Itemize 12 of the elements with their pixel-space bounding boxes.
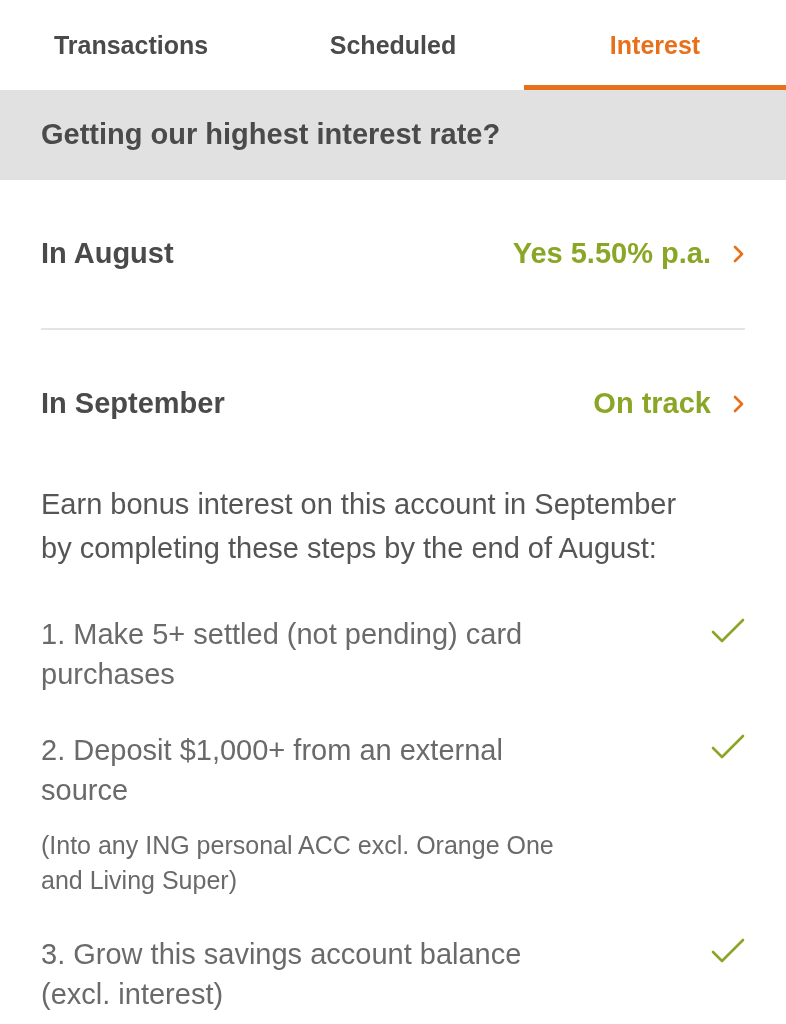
step-text: 2. Deposit $1,000+ from an external source: [41, 733, 504, 808]
step-text: 1. Make 5+ settled (not pending) card purchases: [41, 617, 524, 692]
month-status-row[interactable]: In September On track: [41, 330, 745, 486]
step-note: (Into any ING personal ACC excl. Orange One and Living Super): [41, 830, 555, 896]
chevron-right-icon: [733, 395, 745, 413]
section-title: Getting our highest interest rate?: [41, 117, 501, 153]
tab[interactable]: Scheduled: [262, 0, 524, 90]
tab[interactable]: Transactions: [0, 0, 262, 90]
intro-paragraph: Earn bonus interest on this account in September by completing these steps by the end of August:: [41, 487, 678, 566]
chevron-right-icon: [733, 245, 745, 263]
step-text: 3. Grow this savings account balance (excl. interest): [41, 937, 523, 1012]
month-status-row[interactable]: In August Yes 5.50% p.a.: [41, 180, 745, 328]
